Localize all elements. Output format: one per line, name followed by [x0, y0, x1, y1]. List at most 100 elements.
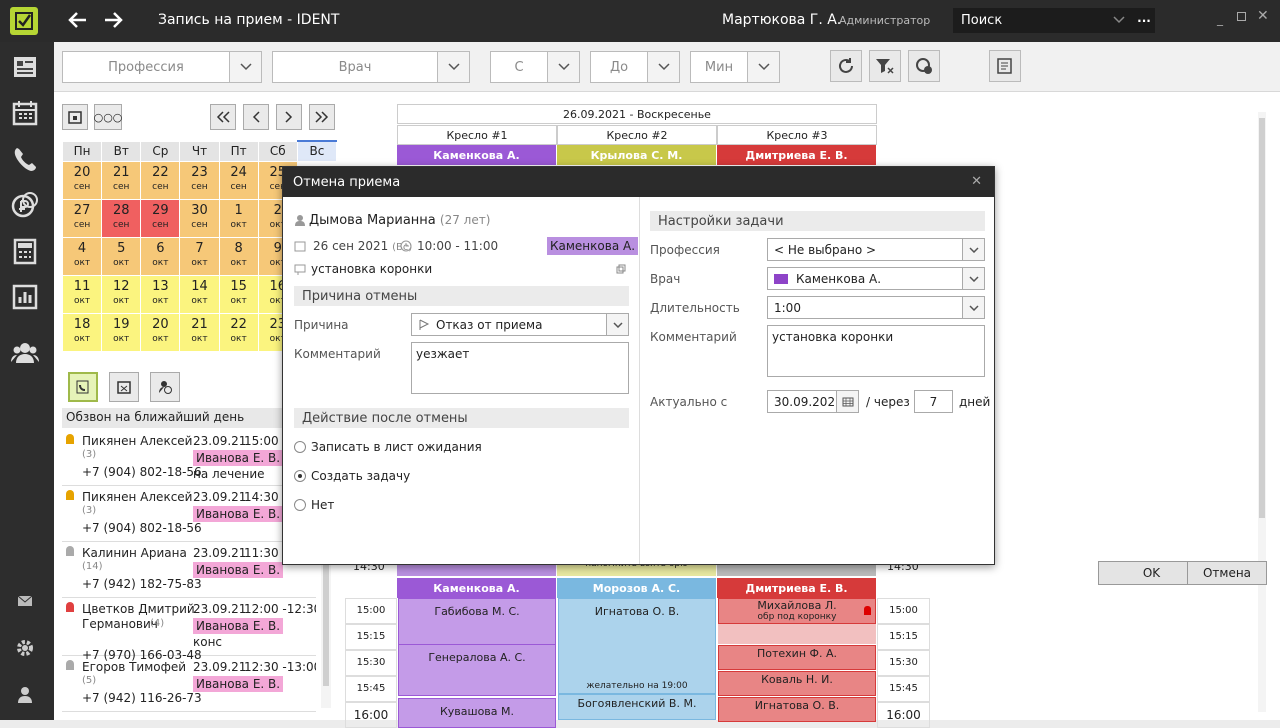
calendar-day[interactable]: 15 окт [218, 274, 259, 314]
calendar-day[interactable]: 12 окт [101, 274, 142, 314]
create-task-radio[interactable] [294, 470, 306, 482]
patients-tab[interactable] [150, 372, 180, 402]
calendar-day[interactable]: 21 окт [179, 312, 220, 352]
app-logo-icon[interactable] [10, 7, 38, 35]
calendar-day[interactable]: 20 окт [140, 312, 181, 352]
appointment-block[interactable]: Богоявленский В. М. [558, 694, 716, 720]
forward-arrow-icon[interactable] [103, 10, 125, 33]
appointment-block[interactable]: Коваль Н. И. [718, 671, 876, 696]
doctor-column-header[interactable]: Морозов А. С. [557, 578, 716, 598]
sidebar-card-icon[interactable] [9, 51, 41, 83]
calendar-day[interactable]: 6 окт [140, 236, 181, 276]
list-item[interactable]: Цветков Дмитрий Германович (4) +7 (970) 166… [62, 598, 316, 662]
appointment-block[interactable]: Игнатова О. В. желательно на 19:00 [558, 598, 716, 694]
from-filter[interactable]: С [490, 51, 580, 83]
calendar-day[interactable]: 21 сен [101, 160, 142, 200]
calendar-day[interactable]: 1 окт [218, 198, 259, 238]
none-option-label[interactable]: Нет [311, 498, 334, 512]
calendar-day[interactable]: 22 сен [140, 160, 181, 200]
appointment-block[interactable]: Михайлова Л. обр под коронку [718, 598, 876, 624]
calendar-day[interactable]: 23 сен [179, 160, 220, 200]
refresh-button[interactable] [830, 50, 862, 82]
calendar-day[interactable]: 14 окт [179, 274, 220, 314]
list-item[interactable]: Пикянен Алексей (3) +7 (904) 802-18-56 23.0… [62, 486, 316, 542]
waitlist-radio[interactable] [294, 441, 306, 453]
doctor-column-header[interactable]: Дмитриева Е. В. [717, 145, 876, 165]
today-button[interactable] [62, 104, 88, 130]
more-options-button[interactable]: ○○○ [94, 104, 122, 130]
sidebar-mail-icon[interactable] [9, 585, 41, 617]
sidebar-cashbox-icon[interactable] [9, 235, 41, 267]
calendar-grid-icon[interactable] [836, 391, 858, 412]
chevron-down-icon[interactable] [437, 52, 469, 82]
list-item[interactable]: Егоров Тимофей (5) +7 (942) 116-26-73 23.09… [62, 656, 316, 712]
close-window-icon[interactable]: ✕ [1257, 8, 1269, 24]
list-item[interactable]: Калинин Ариана (14) +7 (942) 182-75-83 23.0… [62, 542, 316, 598]
task-comment-textarea[interactable]: установка коронки [767, 325, 985, 377]
profession-filter[interactable]: Профессия [62, 51, 262, 83]
appointment-block[interactable]: Габибова М. С. [398, 598, 556, 650]
maximize-icon[interactable] [1237, 12, 1246, 21]
actual-date-input[interactable]: 30.09.2021 [767, 390, 859, 413]
sidebar-settings-icon[interactable] [9, 632, 41, 664]
calendar-day[interactable]: 24 сен [218, 160, 259, 200]
calendar-day[interactable]: 8 окт [218, 236, 259, 276]
calendar-day[interactable]: 5 окт [101, 236, 142, 276]
doctor-column-header[interactable]: Дмитриева Е. В. [717, 578, 876, 598]
sidebar-phone-icon[interactable] [9, 143, 41, 175]
clear-filter-button[interactable] [869, 50, 901, 82]
chevron-down-icon[interactable] [962, 268, 984, 289]
patient-name[interactable]: Дымова Марианна [309, 213, 436, 228]
comment-textarea[interactable]: уезжает [411, 342, 629, 394]
dialog-close-icon[interactable]: ✕ [971, 174, 982, 189]
chevron-down-icon[interactable] [962, 297, 984, 318]
calendar-day[interactable]: 22 окт [218, 312, 259, 352]
calendar-day[interactable]: 28 сен [101, 198, 142, 238]
next-week-button[interactable] [276, 104, 302, 130]
prev-week-button[interactable] [243, 104, 269, 130]
doctor-column-header[interactable]: Крылова С. М. [557, 145, 716, 165]
sidebar-user-icon[interactable] [9, 679, 41, 711]
minimize-icon[interactable]: _ [1217, 12, 1223, 26]
chevron-down-icon[interactable] [606, 314, 628, 335]
call-list-tab[interactable] [68, 372, 98, 402]
calendar-day[interactable]: 13 окт [140, 274, 181, 314]
list-item[interactable]: Пикянен Алексей (3) +7 (904) 802-18-56 23.0… [62, 430, 316, 486]
days-input[interactable]: 7 [914, 390, 953, 413]
chevron-down-icon[interactable] [229, 52, 261, 82]
waitlist-option-label[interactable]: Записать в лист ожидания [311, 440, 482, 454]
doctor-column-header[interactable]: Каменкова А. [397, 145, 556, 165]
sidebar-calendar-icon[interactable] [9, 97, 41, 129]
cancel-button[interactable]: Отмена [1187, 561, 1267, 585]
min-filter[interactable]: Мин [690, 51, 780, 83]
copy-icon[interactable] [616, 264, 626, 274]
search-free-slot-button[interactable] [908, 50, 940, 82]
empty-slot[interactable] [718, 624, 876, 644]
search-more-button[interactable]: ... [1133, 8, 1155, 33]
sidebar-patients-icon[interactable] [9, 337, 41, 369]
next-month-button[interactable] [309, 104, 335, 130]
appointment-block[interactable]: Генералова А. С. [398, 644, 556, 696]
duration-select[interactable]: 1:00 [767, 296, 985, 319]
calendar-day[interactable]: 29 сен [140, 198, 181, 238]
appointment-block[interactable]: Потехин Ф. А. [718, 645, 876, 670]
notes-button[interactable] [989, 50, 1021, 82]
sidebar-reports-icon[interactable] [9, 281, 41, 313]
calendar-day[interactable]: 19 окт [101, 312, 142, 352]
reason-select[interactable]: Отказ от приема [411, 313, 629, 336]
doctor-column-header[interactable]: Каменкова А. [397, 578, 556, 598]
task-doctor-select[interactable]: Каменкова А. [767, 267, 985, 290]
search-input[interactable]: Поиск [953, 8, 1133, 33]
task-profession-select[interactable]: < Не выбрано > [767, 238, 985, 261]
appointment-block[interactable]: Кувашова М. [398, 698, 556, 728]
calendar-day[interactable]: 11 окт [61, 274, 103, 314]
schedule-scrollbar[interactable] [1258, 112, 1266, 712]
calendar-day[interactable]: 30 сен [179, 198, 220, 238]
sidebar-payments-icon[interactable] [9, 189, 41, 221]
create-task-option-label[interactable]: Создать задачу [311, 469, 410, 483]
appointment-block[interactable]: Игнатова О. В. [718, 697, 876, 722]
none-radio[interactable] [294, 499, 306, 511]
chevron-down-icon[interactable] [547, 52, 579, 82]
calendar-day[interactable]: 20 сен [61, 160, 103, 200]
chevron-down-icon[interactable] [962, 239, 984, 260]
